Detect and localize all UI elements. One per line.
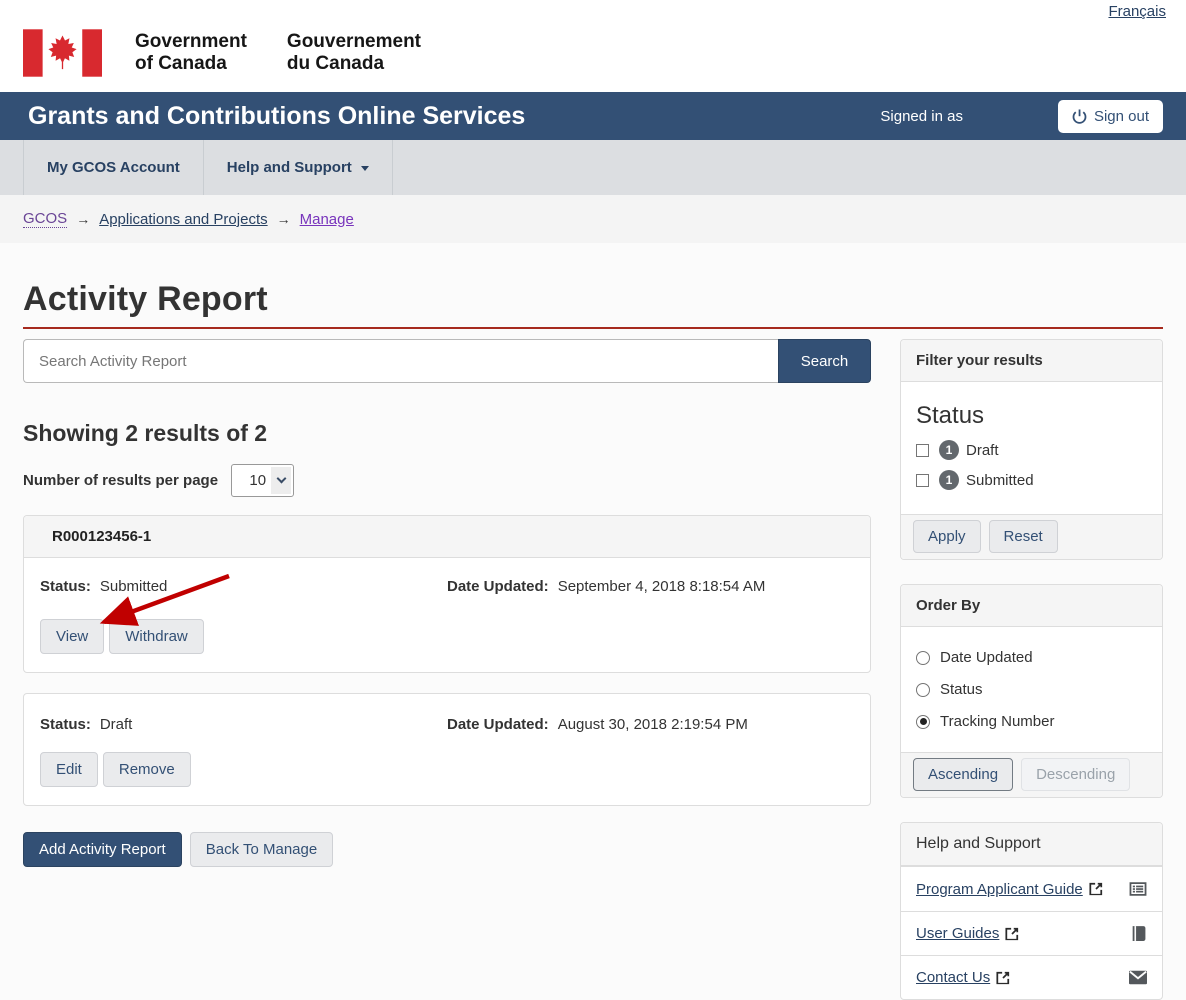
help-support-title: Help and Support (901, 823, 1162, 866)
breadcrumb-manage[interactable]: Manage (300, 211, 354, 228)
breadcrumb-gcos[interactable]: GCOS (23, 210, 67, 228)
result-card-draft: Status: Draft Date Updated: August 30, 2… (23, 693, 871, 806)
date-updated-label: Date Updated: (447, 578, 549, 595)
filter-status-heading: Status (916, 402, 1147, 430)
status-label: Status: (40, 716, 91, 733)
canada-flag-icon (23, 29, 102, 77)
reset-button[interactable]: Reset (989, 520, 1058, 553)
signed-in-text: Signed in as (880, 108, 963, 125)
count-badge: 1 (939, 440, 959, 460)
tracking-number-radio[interactable] (916, 715, 930, 729)
chevron-down-icon (361, 166, 369, 171)
search-input[interactable] (23, 339, 778, 383)
descending-button[interactable]: Descending (1021, 758, 1130, 791)
status-radio[interactable] (916, 683, 930, 697)
filter-option-submitted[interactable]: 1 Submitted (916, 470, 1147, 490)
nav-help-and-support[interactable]: Help and Support (204, 140, 393, 195)
page-title: Activity Report (23, 280, 1163, 319)
document-list-icon (1129, 880, 1147, 898)
sign-out-button[interactable]: Sign out (1058, 100, 1163, 133)
nav-my-gcos-account[interactable]: My GCOS Account (23, 140, 204, 195)
order-by-panel: Order By Date Updated Status Tracking Nu… (900, 584, 1163, 798)
help-row-program-applicant-guide: Program Applicant Guide (901, 866, 1162, 911)
filter-panel-title: Filter your results (901, 340, 1162, 382)
remove-button[interactable]: Remove (103, 752, 191, 787)
help-row-contact-us: Contact Us (901, 955, 1162, 999)
site-navbar: My GCOS Account Help and Support (0, 140, 1186, 195)
status-label: Status: (40, 578, 91, 595)
view-button[interactable]: View (40, 619, 104, 654)
order-by-title: Order By (901, 585, 1162, 627)
breadcrumb-arrow-icon: → (76, 211, 90, 227)
signature-english: Government of Canada (135, 31, 247, 75)
order-option-status[interactable]: Status (916, 681, 1147, 698)
help-support-panel: Help and Support Program Applicant Guide (900, 822, 1163, 1000)
date-updated-radio[interactable] (916, 651, 930, 665)
app-title: Grants and Contributions Online Services (23, 102, 880, 131)
government-header: Français Government of Canada Gouverneme… (0, 0, 1186, 92)
apply-button[interactable]: Apply (913, 520, 981, 553)
power-icon (1072, 109, 1087, 124)
select-dropdown-icon (271, 467, 291, 494)
result-card-submitted: R000123456-1 Status: Submitted Date Upda… (23, 515, 871, 673)
per-page-label: Number of results per page (23, 472, 218, 489)
app-banner: Grants and Contributions Online Services… (0, 92, 1186, 140)
submitted-checkbox[interactable] (916, 474, 929, 487)
ascending-button[interactable]: Ascending (913, 758, 1013, 791)
search-bar: Search (23, 339, 871, 383)
date-updated-value: August 30, 2018 2:19:54 PM (558, 716, 748, 733)
edit-button[interactable]: Edit (40, 752, 98, 787)
breadcrumb-applications-and-projects[interactable]: Applications and Projects (99, 211, 267, 228)
count-badge: 1 (939, 470, 959, 490)
filter-panel: Filter your results Status 1 Draft 1 Sub… (900, 339, 1163, 560)
contact-us-link[interactable]: Contact Us (916, 969, 1010, 986)
breadcrumb-arrow-icon: → (277, 211, 291, 227)
back-to-manage-button[interactable]: Back To Manage (190, 832, 333, 867)
status-value: Submitted (100, 578, 168, 595)
date-updated-label: Date Updated: (447, 716, 549, 733)
tracking-number: R000123456-1 (24, 516, 870, 558)
help-row-user-guides: User Guides (901, 911, 1162, 955)
user-guides-link[interactable]: User Guides (916, 925, 1019, 942)
envelope-icon (1129, 970, 1147, 985)
order-option-date-updated[interactable]: Date Updated (916, 649, 1147, 666)
date-updated-value: September 4, 2018 8:18:54 AM (558, 578, 766, 595)
breadcrumb: GCOS → Applications and Projects → Manag… (0, 195, 1186, 243)
per-page-select[interactable]: 10 (231, 464, 294, 497)
external-link-icon (996, 971, 1010, 985)
order-option-tracking-number[interactable]: Tracking Number (916, 713, 1147, 730)
add-activity-report-button[interactable]: Add Activity Report (23, 832, 182, 867)
withdraw-button[interactable]: Withdraw (109, 619, 204, 654)
filter-option-draft[interactable]: 1 Draft (916, 440, 1147, 460)
book-icon (1130, 925, 1147, 942)
external-link-icon (1089, 882, 1103, 896)
search-button[interactable]: Search (778, 339, 871, 383)
results-summary: Showing 2 results of 2 (23, 420, 871, 447)
status-value: Draft (100, 716, 133, 733)
draft-checkbox[interactable] (916, 444, 929, 457)
canada-signature: Government of Canada Gouvernement du Can… (23, 0, 1163, 77)
signature-french: Gouvernement du Canada (287, 31, 421, 75)
program-applicant-guide-link[interactable]: Program Applicant Guide (916, 881, 1103, 898)
external-link-icon (1005, 927, 1019, 941)
title-rule (23, 327, 1163, 329)
